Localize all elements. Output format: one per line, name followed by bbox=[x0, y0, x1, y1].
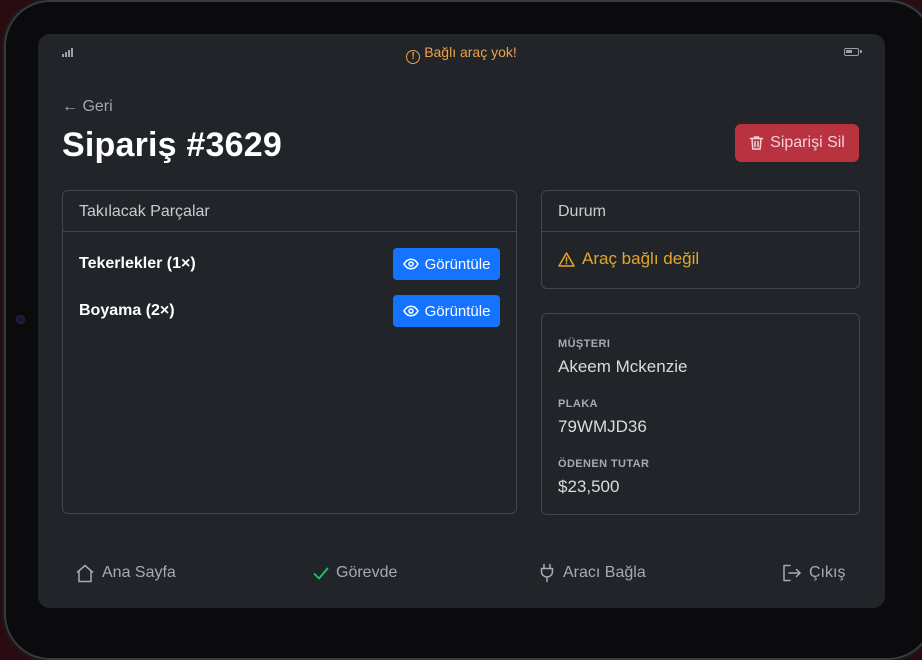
order-info-card: MÜŞTERI Akeem Mckenzie PLAKA 79WMJD36 ÖD… bbox=[541, 313, 860, 515]
status-message-text: Araç bağlı değil bbox=[582, 249, 700, 268]
nav-connect-vehicle-label: Aracı Bağla bbox=[563, 564, 646, 581]
nav-home-label: Ana Sayfa bbox=[102, 564, 176, 581]
connection-alert: ! Bağlı araç yok! bbox=[38, 44, 885, 64]
connection-alert-text: Bağlı araç yok! bbox=[424, 44, 517, 60]
plug-icon bbox=[540, 563, 554, 583]
status-message: Araç bağlı değil bbox=[558, 249, 699, 269]
nav-on-duty-label: Görevde bbox=[336, 564, 398, 581]
paid-amount-label: ÖDENEN TUTAR bbox=[558, 458, 650, 470]
bottom-nav: Ana Sayfa Görevde Aracı Bağla Çıkış bbox=[38, 556, 885, 590]
eye-icon bbox=[402, 258, 419, 270]
app-screen: ! Bağlı araç yok! ← Geri Sipariş #3629 Si… bbox=[38, 34, 885, 608]
status-card-title: Durum bbox=[542, 191, 859, 232]
part-name: Boyama (2×) bbox=[79, 302, 175, 319]
status-card: Durum Araç bağlı değil bbox=[541, 190, 860, 289]
back-link[interactable]: ← Geri bbox=[62, 98, 113, 116]
nav-logout-label: Çıkış bbox=[809, 564, 846, 581]
warning-triangle-icon bbox=[558, 251, 575, 267]
customer-label: MÜŞTERI bbox=[558, 338, 611, 350]
nav-connect-vehicle[interactable]: Aracı Bağla bbox=[538, 556, 646, 590]
customer-value: Akeem Mckenzie bbox=[558, 357, 688, 376]
view-part-button[interactable]: Görüntüle bbox=[393, 295, 500, 327]
nav-home[interactable]: Ana Sayfa bbox=[75, 556, 176, 590]
view-part-button[interactable]: Görüntüle bbox=[393, 248, 500, 280]
home-icon bbox=[76, 564, 94, 582]
check-icon bbox=[313, 567, 329, 579]
parts-card: Takılacak Parçalar Tekerlekler (1×) Görü… bbox=[62, 190, 517, 514]
delete-order-label: Siparişi Sil bbox=[770, 134, 845, 151]
nav-logout[interactable]: Çıkış bbox=[782, 556, 845, 590]
logout-icon bbox=[783, 564, 801, 582]
delete-order-button[interactable]: Siparişi Sil bbox=[735, 124, 859, 162]
battery-icon bbox=[844, 48, 862, 56]
part-name: Tekerlekler (1×) bbox=[79, 255, 196, 272]
paid-amount-value: $23,500 bbox=[558, 477, 620, 496]
status-bar: ! Bağlı araç yok! bbox=[38, 34, 885, 72]
page-title: Sipariş #3629 bbox=[62, 126, 282, 164]
plate-value: 79WMJD36 bbox=[558, 417, 647, 436]
eye-icon bbox=[402, 305, 419, 317]
part-row: Tekerlekler (1×) Görüntüle bbox=[79, 248, 500, 280]
parts-card-title: Takılacak Parçalar bbox=[63, 191, 516, 232]
alert-circle-icon: ! bbox=[406, 50, 421, 64]
view-part-label: Görüntüle bbox=[424, 255, 491, 273]
part-row: Boyama (2×) Görüntüle bbox=[79, 295, 500, 327]
nav-on-duty[interactable]: Görevde bbox=[313, 556, 397, 590]
front-camera bbox=[16, 315, 25, 324]
trash-icon bbox=[749, 136, 764, 150]
view-part-label: Görüntüle bbox=[424, 302, 491, 320]
plate-label: PLAKA bbox=[558, 398, 598, 410]
